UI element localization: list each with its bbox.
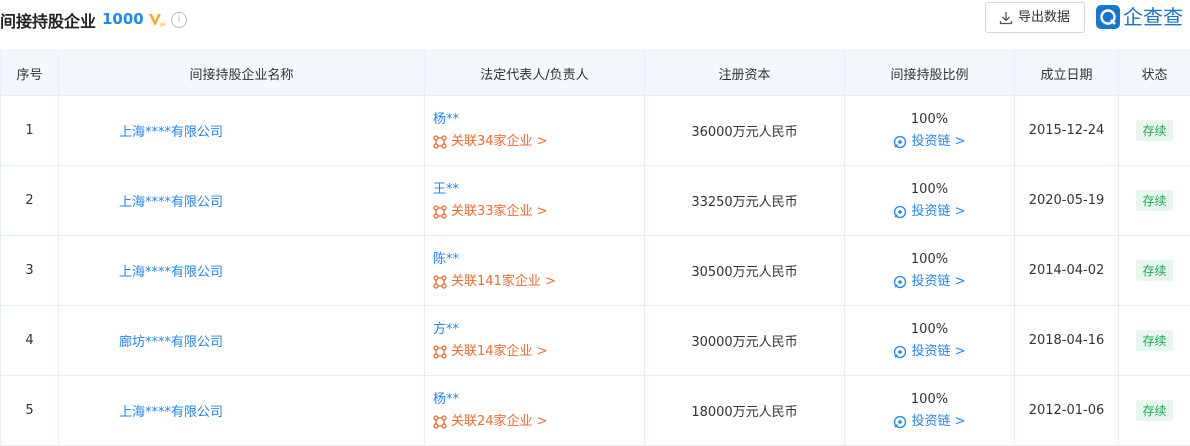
row-index: 3 (1, 236, 59, 306)
status-badge: 存续 (1136, 190, 1172, 211)
table-row: 1 上海****有限公司 杨** 关联34家企业 > 36000万元人民币 10… (1, 96, 1190, 166)
established-date: 2014-04-02 (1015, 236, 1119, 306)
brand-text: 企查查 (1123, 3, 1183, 31)
established-date: 2018-04-16 (1015, 306, 1119, 376)
col-header-company: 间接持股企业名称 (59, 51, 425, 96)
related-companies-link[interactable]: 关联141家企业 > (433, 271, 643, 293)
company-link[interactable]: 上海****有限公司 (119, 125, 223, 140)
result-count: 1000 (102, 10, 144, 28)
col-header-ratio: 间接持股比例 (845, 51, 1015, 96)
related-companies-label: 关联14家企业 > (451, 341, 548, 363)
investment-chain-label: 投资链 > (911, 201, 965, 223)
table-row: 4 廊坊****有限公司 方** 关联14家企业 > 30000万元人民币 10… (1, 306, 1190, 376)
row-index: 5 (1, 376, 59, 446)
company-link[interactable]: 廊坊****有限公司 (119, 335, 223, 350)
investment-chain-icon (893, 205, 907, 219)
table-body: 1 上海****有限公司 杨** 关联34家企业 > 36000万元人民币 10… (1, 96, 1190, 446)
svg-text:IP: IP (160, 22, 166, 29)
investment-chain-icon (893, 415, 907, 429)
company-link[interactable]: 上海****有限公司 (119, 265, 223, 280)
qcc-logo-icon (1096, 5, 1120, 29)
status-badge: 存续 (1136, 400, 1172, 421)
investment-chain-link[interactable]: 投资链 > (893, 341, 965, 363)
established-date: 2020-05-19 (1015, 166, 1119, 236)
info-icon[interactable]: i (171, 12, 187, 28)
company-link[interactable]: 上海****有限公司 (119, 405, 223, 420)
related-companies-label: 关联34家企业 > (451, 131, 548, 153)
network-icon (433, 205, 447, 219)
status-badge: 存续 (1136, 330, 1172, 351)
row-index: 1 (1, 96, 59, 166)
status-badge: 存续 (1136, 260, 1172, 281)
capital-value: 30000万元人民币 (645, 306, 845, 376)
legal-rep-link[interactable]: 杨** (433, 109, 643, 131)
ratio-value: 100% (846, 389, 1013, 411)
table-row: 5 上海****有限公司 杨** 关联24家企业 > 18000万元人民币 10… (1, 376, 1190, 446)
section-title: 间接持股企业 (0, 8, 96, 32)
investment-chain-label: 投资链 > (911, 411, 965, 433)
col-header-date: 成立日期 (1015, 51, 1119, 96)
related-companies-link[interactable]: 关联24家企业 > (433, 411, 643, 433)
network-icon (433, 135, 447, 149)
capital-value: 30500万元人民币 (645, 236, 845, 306)
download-icon (999, 11, 1013, 25)
network-icon (433, 345, 447, 359)
vip-icon: IP (148, 11, 166, 29)
established-date: 2012-01-06 (1015, 376, 1119, 446)
investment-chain-link[interactable]: 投资链 > (893, 131, 965, 153)
legal-rep-link[interactable]: 方** (433, 319, 643, 341)
investment-chain-link[interactable]: 投资链 > (893, 271, 965, 293)
investment-chain-link[interactable]: 投资链 > (893, 411, 965, 433)
network-icon (433, 415, 447, 429)
legal-rep-link[interactable]: 杨** (433, 389, 643, 411)
table-header-row: 序号 间接持股企业名称 法定代表人/负责人 注册资本 间接持股比例 成立日期 状… (1, 51, 1190, 96)
investment-chain-label: 投资链 > (911, 131, 965, 153)
ratio-value: 100% (846, 319, 1013, 341)
company-link[interactable]: 上海****有限公司 (119, 195, 223, 210)
legal-rep-link[interactable]: 王** (433, 179, 643, 201)
ratio-value: 100% (846, 109, 1013, 131)
related-companies-label: 关联141家企业 > (451, 271, 556, 293)
row-index: 2 (1, 166, 59, 236)
section-header: 间接持股企业 1000 IP i 导出数据 企查查 (0, 0, 1190, 44)
investment-chain-icon (893, 275, 907, 289)
investment-chain-label: 投资链 > (911, 341, 965, 363)
investment-chain-icon (893, 135, 907, 149)
col-header-capital: 注册资本 (645, 51, 845, 96)
col-header-status: 状态 (1119, 51, 1190, 96)
col-header-legal-rep: 法定代表人/负责人 (425, 51, 645, 96)
related-companies-label: 关联33家企业 > (451, 201, 548, 223)
related-companies-link[interactable]: 关联34家企业 > (433, 131, 643, 153)
related-companies-label: 关联24家企业 > (451, 411, 548, 433)
table-row: 2 上海****有限公司 王** 关联33家企业 > 33250万元人民币 10… (1, 166, 1190, 236)
holdings-table: 序号 间接持股企业名称 法定代表人/负责人 注册资本 间接持股比例 成立日期 状… (0, 50, 1190, 446)
table-row: 3 上海****有限公司 陈** 关联141家企业 > 30500万元人民币 1… (1, 236, 1190, 306)
legal-rep-link[interactable]: 陈** (433, 249, 643, 271)
col-header-index: 序号 (1, 51, 59, 96)
capital-value: 36000万元人民币 (645, 96, 845, 166)
related-companies-link[interactable]: 关联33家企业 > (433, 201, 643, 223)
investment-chain-icon (893, 345, 907, 359)
row-index: 4 (1, 306, 59, 376)
export-label: 导出数据 (1018, 10, 1070, 25)
established-date: 2015-12-24 (1015, 96, 1119, 166)
related-companies-link[interactable]: 关联14家企业 > (433, 341, 643, 363)
status-badge: 存续 (1136, 120, 1172, 141)
capital-value: 33250万元人民币 (645, 166, 845, 236)
network-icon (433, 275, 447, 289)
investment-chain-link[interactable]: 投资链 > (893, 201, 965, 223)
ratio-value: 100% (846, 179, 1013, 201)
ratio-value: 100% (846, 249, 1013, 271)
export-button[interactable]: 导出数据 (985, 2, 1085, 33)
capital-value: 18000万元人民币 (645, 376, 845, 446)
investment-chain-label: 投资链 > (911, 271, 965, 293)
